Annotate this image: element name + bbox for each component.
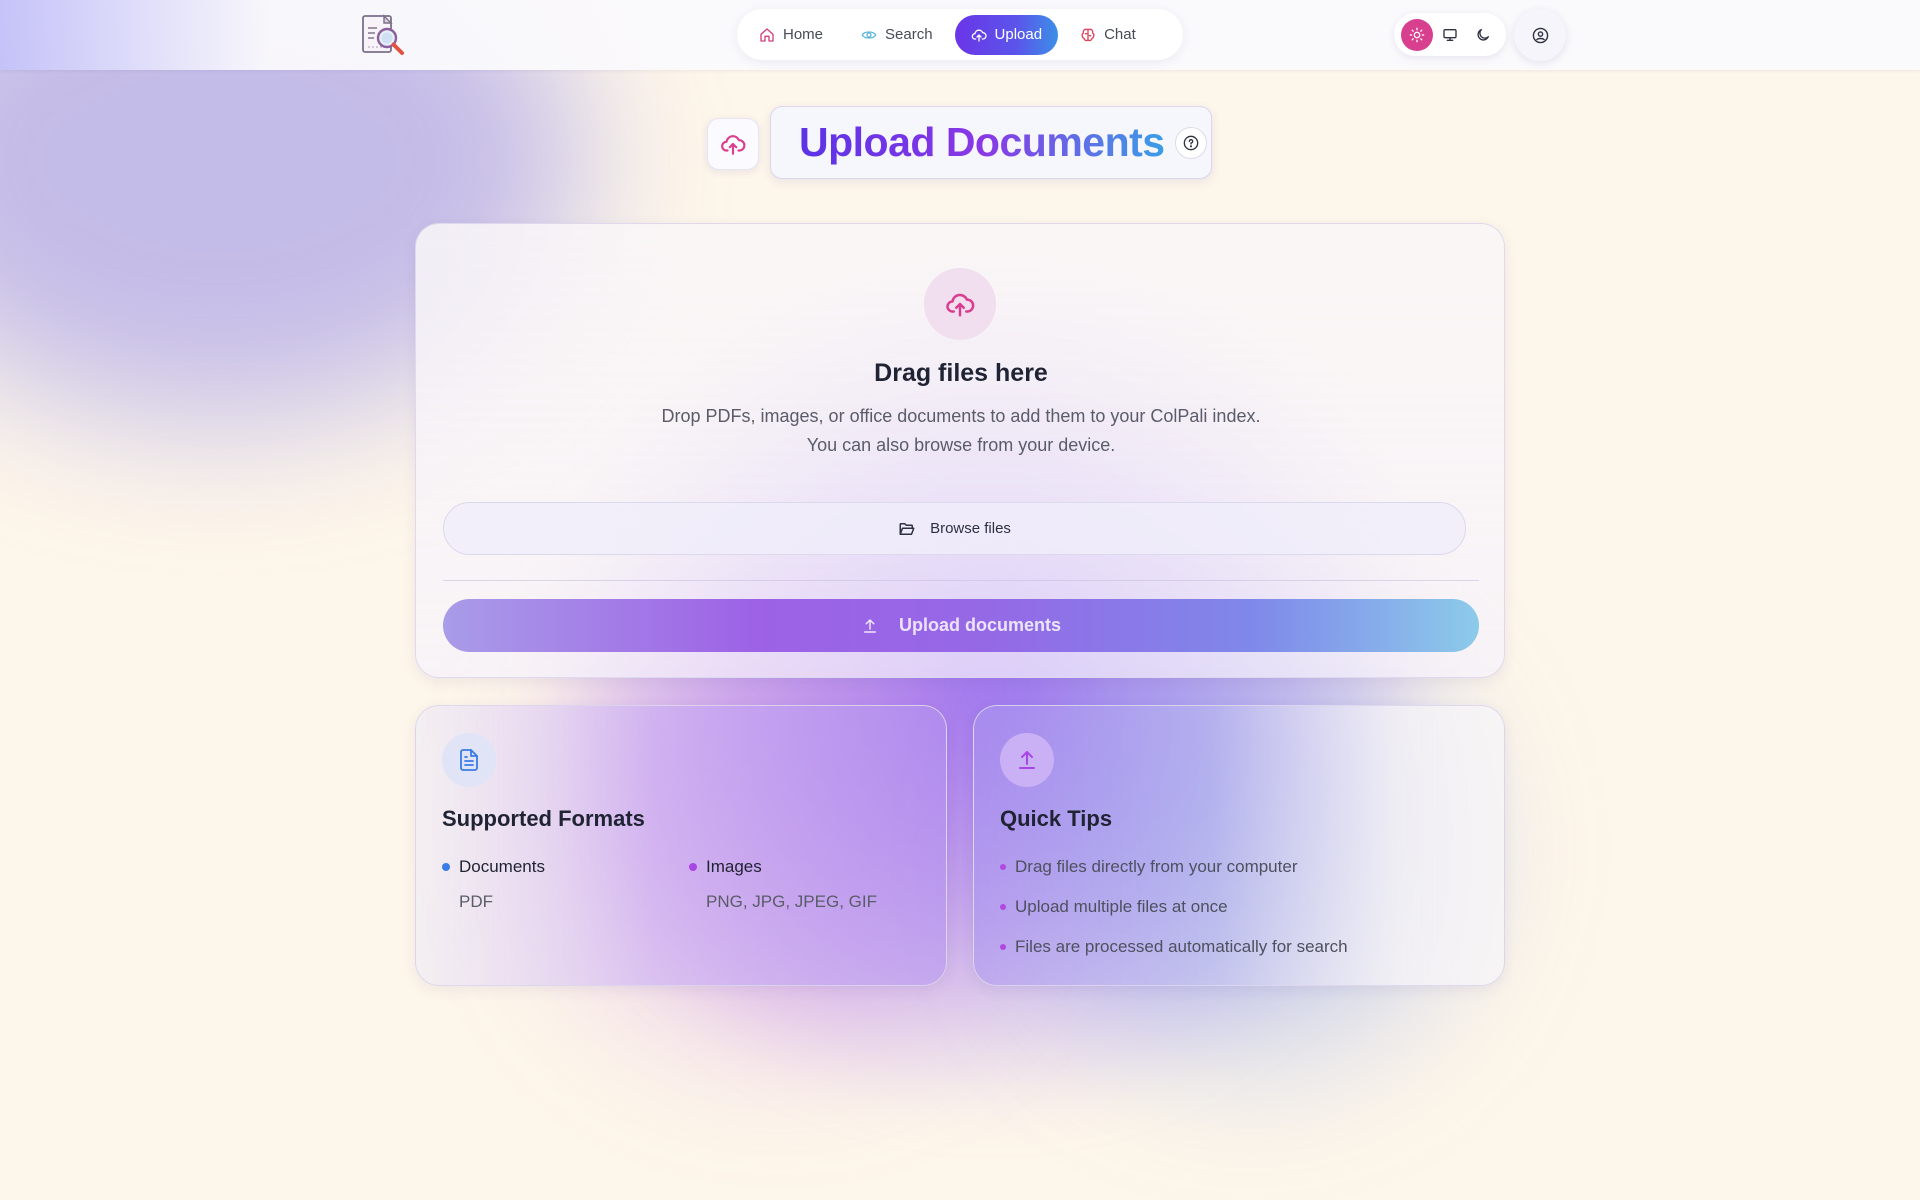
nav-search-label: Search — [885, 26, 933, 43]
sun-icon — [1409, 27, 1424, 42]
divider — [443, 580, 1479, 581]
moon-icon — [1477, 28, 1490, 41]
main-nav: Home Search Upload Chat — [737, 9, 1183, 60]
list-item: Drag files directly from your computer — [1000, 856, 1348, 878]
question-circle-icon — [1183, 135, 1198, 150]
upload-dropzone[interactable]: Drag files here Drop PDFs, images, or of… — [415, 223, 1505, 678]
nav-home-label: Home — [783, 26, 824, 43]
format-group-types: PNG, JPG, JPEG, GIF — [706, 892, 877, 911]
theme-system-button[interactable] — [1434, 19, 1466, 51]
nav-search[interactable]: Search — [845, 15, 949, 55]
nav-chat-label: Chat — [1104, 26, 1136, 43]
user-circle-icon — [1532, 27, 1548, 43]
monitor-icon — [1443, 28, 1457, 41]
tip-text: Drag files directly from your computer — [1015, 857, 1298, 876]
tips-icon — [1000, 733, 1054, 787]
theme-dark-button[interactable] — [1467, 19, 1499, 51]
theme-light-button[interactable] — [1400, 18, 1433, 51]
help-button[interactable] — [1174, 126, 1207, 159]
format-group-heading: Documents — [442, 856, 545, 878]
format-group-name: Images — [706, 857, 762, 876]
dropzone-description: Drop PDFs, images, or office documents t… — [661, 406, 1261, 455]
dropzone-title: Drag files here — [874, 359, 1048, 387]
eye-icon — [861, 30, 877, 39]
format-group-heading: Images — [689, 856, 877, 878]
cloud-upload-icon — [721, 135, 746, 155]
tips-list: Drag files directly from your computer U… — [1000, 856, 1348, 976]
browse-files-button[interactable]: Browse files — [443, 502, 1466, 555]
bullet-dot — [689, 863, 697, 871]
nav-upload[interactable]: Upload — [954, 14, 1059, 55]
bullet-dot — [1000, 904, 1006, 910]
profile-button[interactable] — [1514, 9, 1566, 61]
bullet-dot — [1000, 944, 1006, 950]
formats-title: Supported Formats — [442, 806, 645, 831]
quick-tips-card: Quick Tips Drag files directly from your… — [973, 705, 1505, 986]
format-group-documents: Documents PDF — [442, 856, 545, 912]
list-item: Upload multiple files at once — [1000, 896, 1348, 918]
nav-chat[interactable]: Chat — [1064, 15, 1152, 55]
page-header-icon — [707, 118, 759, 170]
cloud-upload-icon — [946, 293, 975, 317]
bullet-dot — [1000, 864, 1006, 870]
upload-arrow-icon — [863, 618, 876, 633]
format-group-name: Documents — [459, 857, 545, 876]
page-title-box: Upload Documents — [770, 106, 1212, 179]
bullet-dot — [442, 863, 450, 871]
browse-files-label: Browse files — [930, 520, 1011, 537]
nav-home[interactable]: Home — [743, 15, 839, 55]
dropzone-icon — [924, 268, 996, 340]
file-text-icon — [460, 749, 478, 771]
format-group-types: PDF — [459, 892, 493, 911]
tips-title: Quick Tips — [1000, 806, 1113, 831]
tip-text: Files are processed automatically for se… — [1015, 937, 1348, 956]
upload-arrow-icon — [1019, 751, 1035, 769]
brain-icon — [1081, 28, 1095, 41]
formats-icon — [442, 733, 496, 787]
theme-switcher — [1394, 13, 1506, 56]
cloud-upload-icon — [971, 29, 987, 42]
upload-documents-label: Upload documents — [898, 615, 1061, 635]
format-group-images: Images PNG, JPG, JPEG, GIF — [689, 856, 877, 912]
list-item: Files are processed automatically for se… — [1000, 936, 1348, 958]
tip-text: Upload multiple files at once — [1015, 897, 1228, 916]
top-navigation-bar: Home Search Upload Chat — [0, 0, 1920, 70]
upload-documents-button[interactable]: Upload documents — [443, 599, 1479, 652]
folder-open-icon — [899, 522, 915, 535]
document-search-logo[interactable] — [360, 13, 408, 57]
nav-upload-label: Upload — [994, 26, 1043, 43]
page-title: Upload Documents — [799, 119, 1165, 165]
supported-formats-card: Supported Formats Documents PDF Images P… — [415, 705, 947, 986]
home-icon — [760, 27, 774, 42]
